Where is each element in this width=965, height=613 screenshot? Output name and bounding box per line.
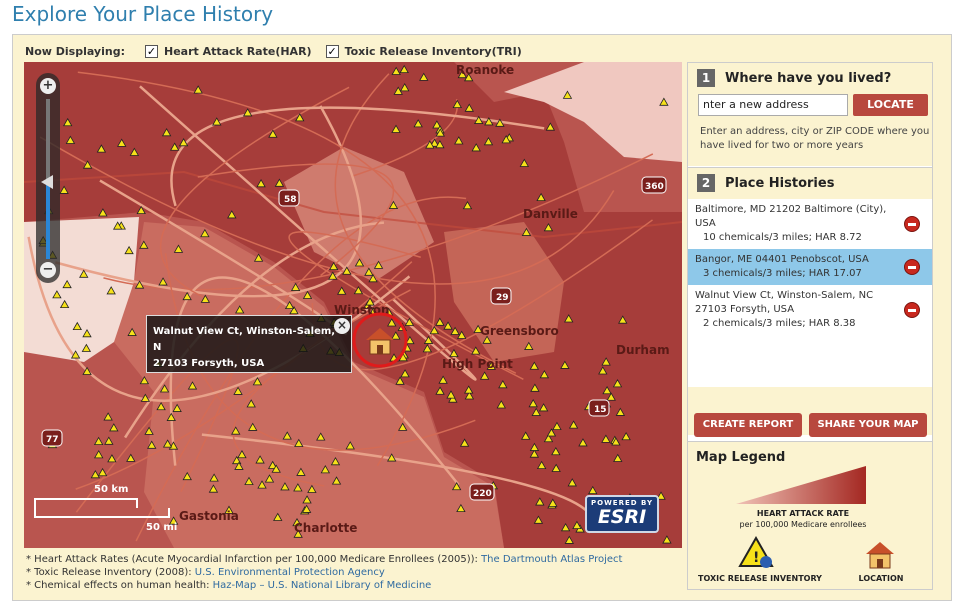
- step-number: 2: [697, 174, 715, 192]
- history-item[interactable]: Baltimore, MD 21202 Baltimore (City), US…: [688, 199, 932, 249]
- shield-label: 29: [496, 293, 509, 303]
- app-root: Explore Your Place History Now Displayin…: [0, 0, 965, 613]
- place-history-list: Baltimore, MD 21202 Baltimore (City), US…: [688, 199, 932, 387]
- page-title: Explore Your Place History: [12, 2, 274, 26]
- location-popup: Walnut View Ct, Winston-Salem, N 27103 F…: [146, 315, 352, 373]
- scale-mi-label: 50 mi: [146, 522, 178, 533]
- source-link[interactable]: Haz-Map – U.S. National Library of Medic…: [213, 580, 432, 591]
- locate-button[interactable]: LOCATE: [853, 94, 928, 116]
- popup-close-icon[interactable]: ×: [334, 318, 350, 334]
- history-metrics: 3 chemicals/3 miles; HAR 17.07: [703, 268, 862, 279]
- popup-line-1: Walnut View Ct, Winston-Salem, N: [153, 326, 336, 353]
- history-metrics: 10 chemicals/3 miles; HAR 8.72: [703, 232, 862, 243]
- source-text: * Heart Attack Rates (Acute Myocardial I…: [26, 554, 482, 565]
- create-report-button[interactable]: CREATE REPORT: [694, 413, 802, 437]
- city-label: Durham: [616, 343, 670, 357]
- har-checkbox[interactable]: ✓: [144, 44, 158, 58]
- map-canvas[interactable]: Roanoke Danville Winston Greensboro High…: [24, 62, 682, 548]
- esri-logo[interactable]: POWERED BY ESRI: [585, 495, 659, 533]
- step-1-heading: 1 Where have you lived?: [697, 69, 923, 87]
- zoom-slider[interactable]: + −: [36, 73, 60, 283]
- map-scale: 50 km 50 mi: [32, 484, 192, 534]
- esri-brand: ESRI: [597, 506, 647, 528]
- step-1-title: Where have you lived?: [725, 70, 892, 86]
- location-legend-label: LOCATION: [858, 574, 904, 583]
- city-label: Danville: [523, 207, 578, 221]
- data-sources: * Heart Attack Rates (Acute Myocardial I…: [26, 553, 622, 592]
- layer-toolbar: Now Displaying: ✓ Heart Attack Rate(HAR)…: [25, 43, 522, 59]
- tri-legend-label: TOXIC RELEASE INVENTORY: [698, 574, 822, 583]
- har-layer-label[interactable]: Heart Attack Rate(HAR): [164, 45, 312, 58]
- zoom-in-button[interactable]: +: [40, 78, 56, 94]
- remove-icon[interactable]: [904, 216, 920, 232]
- source-text: * Toxic Release Inventory (2008):: [26, 567, 195, 578]
- history-address: Bangor, ME 04401 Penobscot, USA: [695, 254, 869, 265]
- source-link[interactable]: The Dartmouth Atlas Project: [481, 554, 622, 565]
- svg-text:!: !: [753, 550, 759, 566]
- history-metrics: 2 chemicals/3 miles; HAR 8.38: [703, 318, 856, 329]
- har-gradient-icon: [736, 466, 866, 504]
- zoom-level-fill: [46, 181, 50, 259]
- har-legend-label: HEART ATTACK RATE: [756, 509, 850, 518]
- shield-label: 58: [284, 195, 297, 205]
- share-map-button[interactable]: SHARE YOUR MAP: [809, 413, 927, 437]
- side-panel: 1 Where have you lived? nter a new addre…: [687, 62, 933, 590]
- scale-km-label: 50 km: [94, 484, 129, 495]
- tri-warning-icon: !: [738, 536, 774, 568]
- shield-label: 77: [46, 435, 59, 445]
- source-line: * Heart Attack Rates (Acute Myocardial I…: [26, 553, 622, 566]
- legend-title: Map Legend: [696, 450, 786, 465]
- history-address: Baltimore, MD 21202 Baltimore (City), US…: [695, 204, 887, 229]
- scale-bar-km: [34, 498, 138, 508]
- step-number: 1: [697, 69, 715, 87]
- step-2-title: Place Histories: [725, 175, 835, 191]
- remove-icon[interactable]: [904, 259, 920, 275]
- step-1-section: 1 Where have you lived? nter a new addre…: [688, 63, 932, 166]
- city-label: Roanoke: [456, 63, 514, 77]
- scale-bar-mi: [34, 508, 170, 518]
- tri-checkbox[interactable]: ✓: [325, 44, 339, 58]
- history-address: Walnut View Ct, Winston-Salem, NC 27103 …: [695, 290, 874, 315]
- source-link[interactable]: U.S. Environmental Protection Agency: [195, 567, 385, 578]
- zoom-out-button[interactable]: −: [40, 262, 56, 278]
- shield-label: 15: [594, 405, 607, 415]
- shield-label: 220: [473, 489, 492, 499]
- source-text: * Chemical effects on human health:: [26, 580, 213, 591]
- shield-label: 360: [645, 182, 664, 192]
- map-legend: Map Legend HEART ATTACK RATE per 100,000…: [688, 441, 932, 589]
- location-house-legend-icon: [866, 542, 894, 569]
- city-label: High Point: [442, 357, 513, 371]
- source-line: * Chemical effects on human health: Haz-…: [26, 579, 622, 592]
- source-line: * Toxic Release Inventory (2008): U.S. E…: [26, 566, 622, 579]
- zoom-thumb[interactable]: [41, 175, 53, 189]
- city-label: Greensboro: [480, 324, 559, 338]
- step-2-heading: 2 Place Histories: [697, 174, 923, 192]
- remove-icon[interactable]: [904, 302, 920, 318]
- step-2-section: 2 Place Histories: [688, 167, 932, 199]
- tri-layer-label[interactable]: Toxic Release Inventory(TRI): [345, 45, 522, 58]
- history-item-selected[interactable]: Bangor, ME 04401 Penobscot, USA 3 chemic…: [688, 249, 932, 285]
- address-hint: Enter an address, city or ZIP CODE where…: [700, 126, 930, 151]
- now-displaying-label: Now Displaying:: [25, 44, 125, 58]
- map-view[interactable]: Roanoke Danville Winston Greensboro High…: [24, 62, 682, 548]
- address-input[interactable]: nter a new address: [698, 94, 848, 116]
- popup-line-2: 27103 Forsyth, USA: [153, 358, 265, 369]
- city-label: Charlotte: [294, 521, 357, 535]
- har-legend-sublabel: per 100,000 Medicare enrollees: [739, 520, 867, 529]
- history-item[interactable]: Walnut View Ct, Winston-Salem, NC 27103 …: [688, 285, 932, 335]
